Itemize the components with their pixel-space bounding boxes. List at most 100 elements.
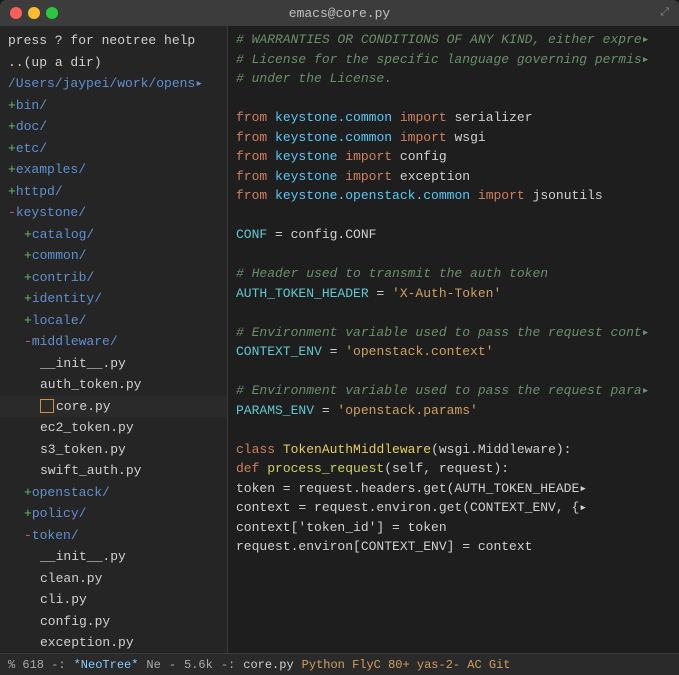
- sidebar-header: press ? for neotree help: [0, 30, 227, 52]
- tree-item[interactable]: auth_token.py: [0, 374, 227, 396]
- tree-label: common/: [32, 246, 87, 266]
- tree-prefix: +: [24, 289, 32, 309]
- tree-label: cli.py: [40, 590, 87, 610]
- tree-item[interactable]: - keystone/: [0, 202, 227, 224]
- code-line: from keystone import exception: [236, 167, 671, 187]
- tree-item[interactable]: + policy/: [0, 503, 227, 525]
- tree-label: catalog/: [32, 225, 94, 245]
- tree-item[interactable]: + locale/: [0, 310, 227, 332]
- code-line: def process_request(self, request):: [236, 459, 671, 479]
- code-line: context['token_id'] = token: [236, 518, 671, 538]
- tree-item[interactable]: - token/: [0, 525, 227, 547]
- tree-prefix: +: [24, 504, 32, 524]
- tree-prefix: +: [8, 182, 16, 202]
- code-line: from keystone import config: [236, 147, 671, 167]
- code-line: [236, 362, 671, 382]
- tree-item[interactable]: exception.py: [0, 632, 227, 653]
- tree-label: contrib/: [32, 268, 94, 288]
- tree-item[interactable]: + httpd/: [0, 181, 227, 203]
- tree-label: auth_token.py: [40, 375, 141, 395]
- tree-item[interactable]: /Users/jaypei/work/opens▸: [0, 73, 227, 95]
- tree-prefix: +: [24, 311, 32, 331]
- code-line: class TokenAuthMiddleware(wsgi.Middlewar…: [236, 440, 671, 460]
- tree-prefix: +: [24, 246, 32, 266]
- tree-label: clean.py: [40, 569, 102, 589]
- code-line: # Header used to transmit the auth token: [236, 264, 671, 284]
- code-line: [236, 303, 671, 323]
- tree-item[interactable]: .. (up a dir): [0, 52, 227, 74]
- tree-label: __init__.py: [40, 547, 126, 567]
- tree-item[interactable]: - middleware/: [0, 331, 227, 353]
- tree-item[interactable]: + openstack/: [0, 482, 227, 504]
- tree-label: policy/: [32, 504, 87, 524]
- code-line: [236, 89, 671, 109]
- tree-item[interactable]: + identity/: [0, 288, 227, 310]
- sidebar[interactable]: press ? for neotree help .. (up a dir) /…: [0, 26, 228, 653]
- close-button[interactable]: [10, 7, 22, 19]
- code-line: CONTEXT_ENV = 'openstack.context': [236, 342, 671, 362]
- status-position: % 618 -:: [8, 658, 66, 672]
- status-bar: % 618 -: *NeoTree* Ne - 5.6k -: core.py …: [0, 653, 679, 675]
- code-content: # WARRANTIES OR CONDITIONS OF ANY KIND, …: [228, 26, 679, 653]
- tree-item[interactable]: + doc/: [0, 116, 227, 138]
- tree-item[interactable]: + etc/: [0, 138, 227, 160]
- tree-prefix: +: [8, 139, 16, 159]
- tree-label: keystone/: [16, 203, 86, 223]
- tree-item[interactable]: + catalog/: [0, 224, 227, 246]
- tree-item[interactable]: config.py: [0, 611, 227, 633]
- tree-item[interactable]: swift_auth.py: [0, 460, 227, 482]
- tree-item[interactable]: + bin/: [0, 95, 227, 117]
- status-neotree: *NeoTree*: [74, 658, 139, 672]
- tree-prefix: -: [24, 526, 32, 546]
- tree-label: etc/: [16, 139, 47, 159]
- main-content: press ? for neotree help .. (up a dir) /…: [0, 26, 679, 653]
- tree-item[interactable]: s3_token.py: [0, 439, 227, 461]
- maximize-button[interactable]: [46, 7, 58, 19]
- tree-prefix: -: [24, 332, 32, 352]
- tree-label: s3_token.py: [40, 440, 126, 460]
- tree-prefix: +: [8, 96, 16, 116]
- tree-item[interactable]: clean.py: [0, 568, 227, 590]
- tree-label: (up a dir): [24, 53, 102, 73]
- status-colon: -:: [221, 658, 235, 672]
- tree-item[interactable]: core.py: [0, 396, 227, 418]
- status-ne: Ne: [146, 658, 160, 672]
- code-line: from keystone.common import wsgi: [236, 128, 671, 148]
- tree-label: ec2_token.py: [40, 418, 134, 438]
- tree-label: identity/: [32, 289, 102, 309]
- tree-prefix: +: [8, 117, 16, 137]
- code-line: PARAMS_ENV = 'openstack.params': [236, 401, 671, 421]
- code-line: [236, 420, 671, 440]
- tree-label: bin/: [16, 96, 47, 116]
- tree-item[interactable]: ec2_token.py: [0, 417, 227, 439]
- code-line: # Environment variable used to pass the …: [236, 381, 671, 401]
- tree-label: exception.py: [40, 633, 134, 653]
- tree-item[interactable]: + common/: [0, 245, 227, 267]
- tree-label: core.py: [56, 397, 111, 417]
- code-editor[interactable]: # WARRANTIES OR CONDITIONS OF ANY KIND, …: [228, 26, 679, 653]
- sidebar-help-text: press ? for neotree help: [8, 31, 195, 51]
- tree-prefix: ..: [8, 53, 24, 73]
- status-filesize: 5.6k: [184, 658, 213, 672]
- tree-prefix: +: [8, 160, 16, 180]
- code-line: [236, 245, 671, 265]
- expand-icon: ⤢: [660, 7, 669, 19]
- tree-label: locale/: [32, 311, 87, 331]
- code-line: from keystone.common import serializer: [236, 108, 671, 128]
- tree-item[interactable]: + contrib/: [0, 267, 227, 289]
- tree-item[interactable]: __init__.py: [0, 546, 227, 568]
- minimize-button[interactable]: [28, 7, 40, 19]
- status-filename: core.py: [243, 658, 293, 672]
- status-mode: Python FlyC 80+ yas-2- AC Git: [302, 658, 511, 672]
- tree-prefix: +: [24, 483, 32, 503]
- current-file-marker: [40, 399, 54, 413]
- tree-prefix: +: [24, 268, 32, 288]
- tree-item[interactable]: cli.py: [0, 589, 227, 611]
- window: emacs@core.py ⤢ press ? for neotree help…: [0, 0, 679, 675]
- tree-item[interactable]: __init__.py: [0, 353, 227, 375]
- code-line: context = request.environ.get(CONTEXT_EN…: [236, 498, 671, 518]
- tree-label: doc/: [16, 117, 47, 137]
- window-controls: [10, 7, 58, 19]
- tree-item[interactable]: + examples/: [0, 159, 227, 181]
- code-line: [236, 206, 671, 226]
